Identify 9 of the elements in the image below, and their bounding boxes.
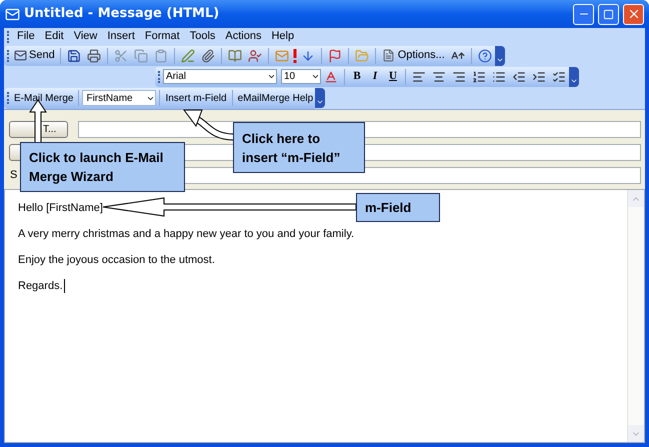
- body-text: Regards.: [18, 279, 65, 293]
- callout-tooltip: Click here to insert “m-Field”: [233, 122, 365, 173]
- subject-label: S: [10, 168, 18, 184]
- body-text: Enjoy the joyous occasion to the utmost.: [18, 253, 215, 267]
- callout-tooltip: Click to launch E-Mail Merge Wizard: [20, 142, 185, 192]
- callout-tooltip: m-Field: [356, 193, 440, 222]
- body-text: A very merry christmas and a happy new year to you and your family.: [18, 227, 354, 241]
- body-text: Hello [FirstName]: [18, 201, 103, 215]
- window-title: Untitled - Message (HTML): [24, 5, 220, 24]
